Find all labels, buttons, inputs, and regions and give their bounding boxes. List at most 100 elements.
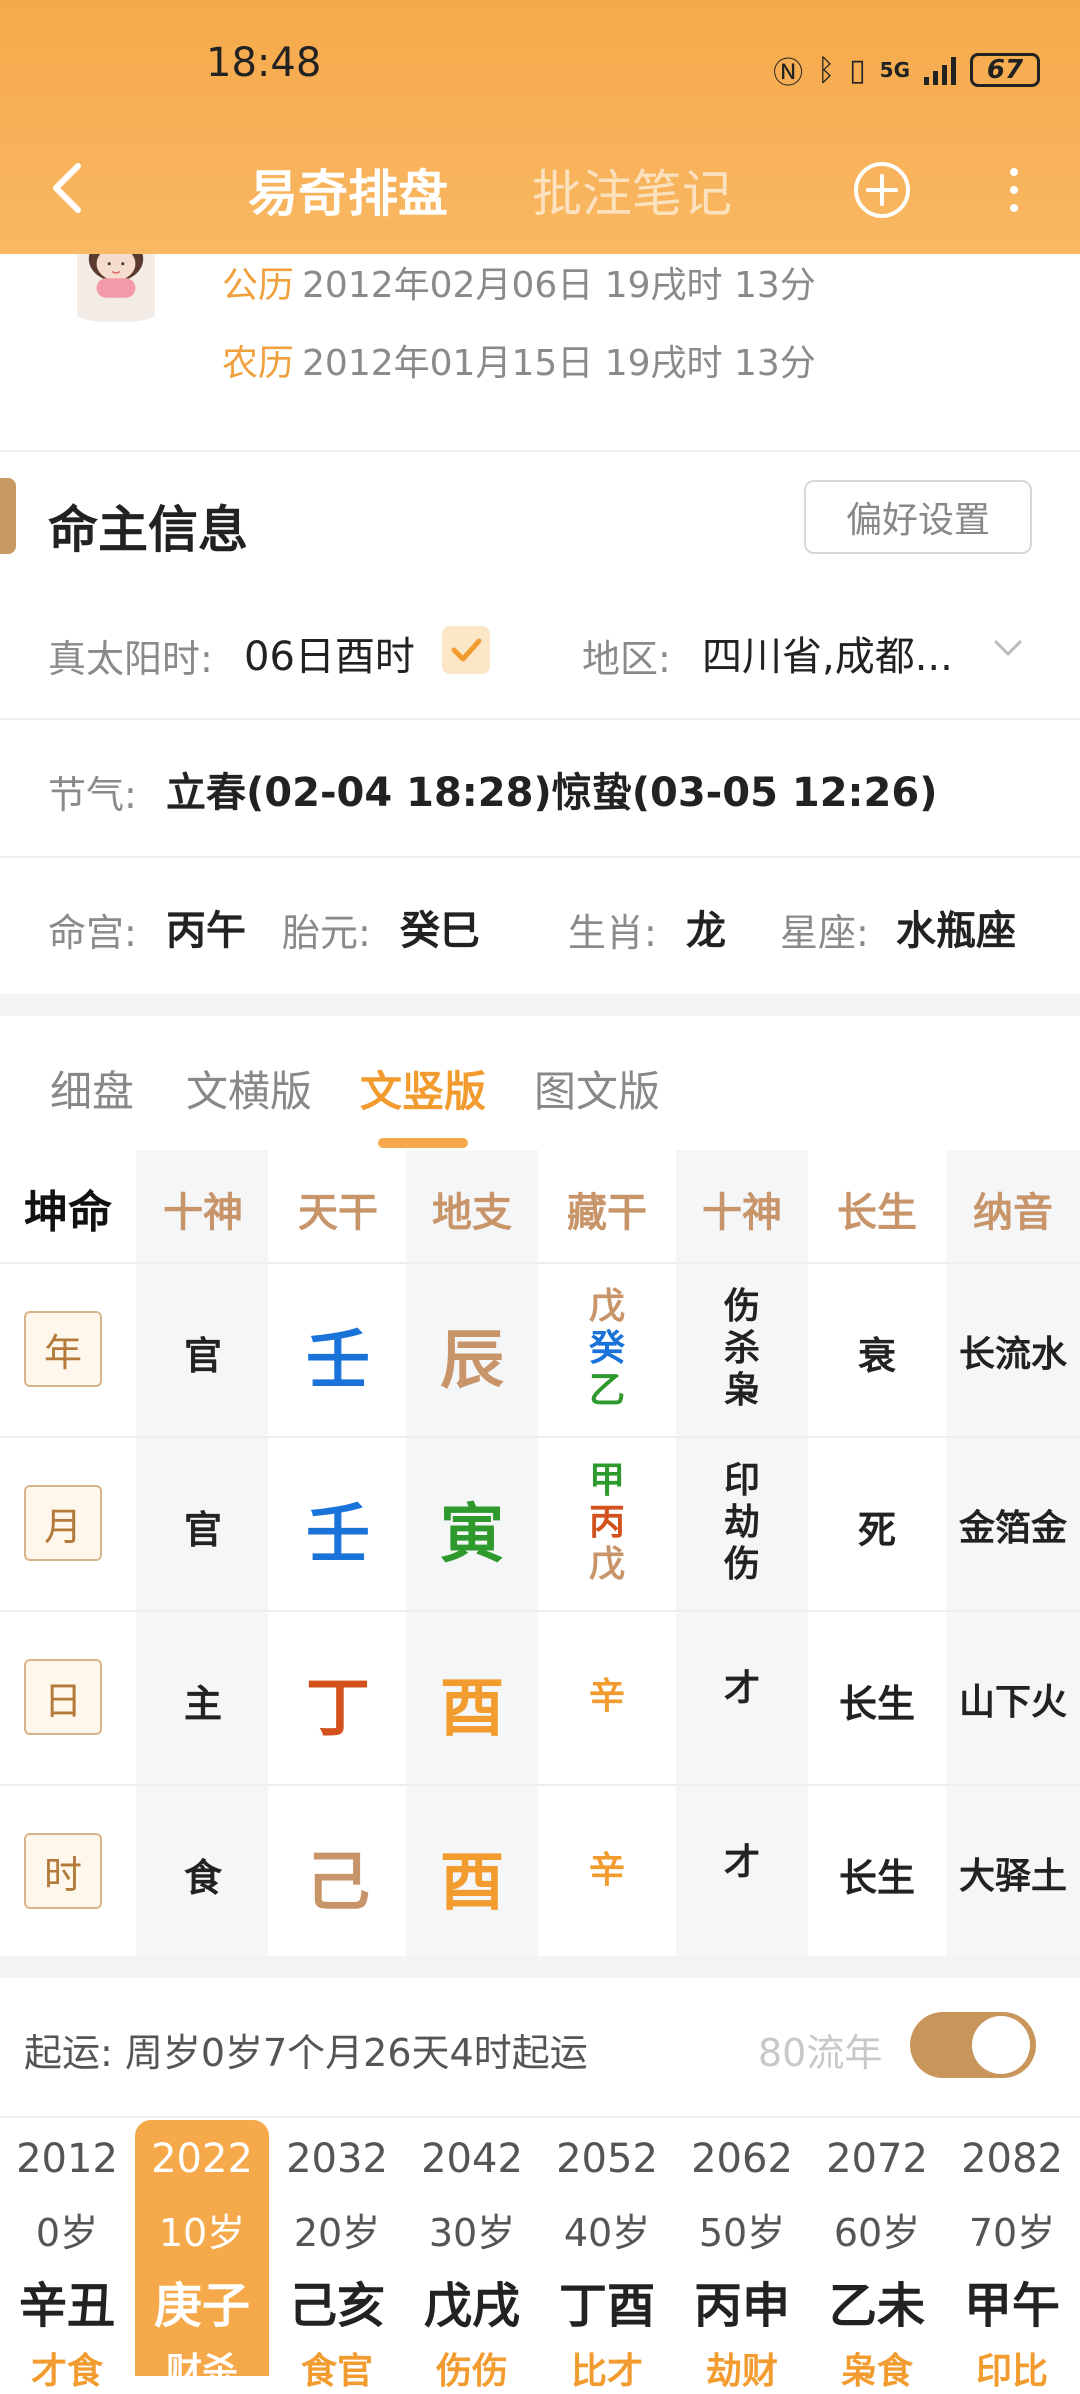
flow-year-toggle[interactable]: [910, 2012, 1036, 2078]
tab-tuwen[interactable]: 图文版: [534, 1058, 660, 1119]
branch-cell: 酉: [440, 1846, 504, 1920]
zodiac-label: 生肖:: [568, 911, 657, 955]
decade-item[interactable]: 2052 40岁 丁酉 比才: [540, 2120, 674, 2392]
nfc-icon: Ⓝ: [773, 56, 804, 91]
lunar-value: 2012年01月15日 19戌时 13分: [302, 343, 816, 384]
status-bar: 18:48 Ⓝ ᛒ ▯ 5G 67: [0, 0, 1080, 130]
hidden-shishen-cell: 伤: [723, 1286, 760, 1327]
tab-wenshu[interactable]: 文竖版: [360, 1058, 486, 1119]
changsheng-cell: 衰: [857, 1334, 896, 1378]
tab-notes[interactable]: 批注笔记: [532, 154, 732, 226]
branch-cell: 酉: [440, 1672, 504, 1746]
nayin-cell: 大驿土: [958, 1856, 1067, 1897]
solar-label: 公历: [222, 265, 295, 306]
true-solar-value: 06日酉时: [244, 634, 415, 680]
decade-year: 2052: [556, 2136, 658, 2182]
shishen-cell: 主: [183, 1682, 222, 1726]
pillar-badge[interactable]: 年: [24, 1311, 102, 1387]
header-cell: 天干: [298, 1190, 378, 1236]
tai-yuan-value: 癸巳: [400, 908, 480, 954]
more-icon[interactable]: [996, 160, 1032, 220]
decade-age: 10岁: [158, 2211, 246, 2255]
bluetooth-icon: ᛒ: [817, 52, 836, 88]
hidden-stem-cell: 戊: [588, 1286, 625, 1327]
changsheng-cell: 长生: [838, 1682, 915, 1726]
hidden-shishen-cell: 才: [723, 1668, 760, 1709]
decade-item[interactable]: 2042 30岁 戊戌 伤伤: [405, 2120, 539, 2392]
decade-item[interactable]: 2022 10岁 庚子 财杀: [135, 2120, 269, 2392]
decade-ganzhi: 庚子: [153, 2278, 250, 2334]
stem-cell: 壬: [306, 1324, 370, 1398]
decade-age: 30岁: [428, 2211, 516, 2255]
true-solar-label: 真太阳时:: [48, 637, 213, 681]
hidden-stem-cell: 辛: [588, 1850, 625, 1891]
section-marker: [0, 478, 16, 554]
decade-ganzhi: 丙申: [693, 2278, 790, 2334]
region-select[interactable]: 四川省,成都...: [702, 624, 953, 682]
branch-cell: 辰: [440, 1324, 504, 1398]
qiyun-row: 起运: 周岁0岁7个月26天4时起运: [24, 2022, 588, 2077]
lunar-date-row: 农历 2012年01月15日 19戌时 13分: [222, 334, 816, 386]
decade-year: 2072: [826, 2136, 928, 2182]
decade-age: 70岁: [968, 2211, 1056, 2255]
branch-cell: 寅: [440, 1498, 504, 1572]
decade-year: 2022: [151, 2136, 253, 2182]
toggle-knob: [972, 2016, 1030, 2074]
stem-cell: 壬: [306, 1498, 370, 1572]
column-bg: [946, 1150, 1080, 1956]
stem-cell: 己: [306, 1846, 370, 1920]
hidden-stem-cell: 丙: [588, 1502, 625, 1543]
header-cell: 纳音: [973, 1190, 1053, 1236]
decade-shishen: 印比: [975, 2351, 1048, 2392]
nayin-cell: 金箔金: [958, 1508, 1067, 1549]
decade-item[interactable]: 2062 50岁 丙申 劫财: [675, 2120, 809, 2392]
qiyun-label: 起运:: [24, 2031, 113, 2075]
app-header: 18:48 Ⓝ ᛒ ▯ 5G 67 易奇排盘 批注笔记: [0, 0, 1080, 254]
solar-date-row: 公历 2012年02月06日 19戌时 13分: [222, 256, 816, 308]
divider: [0, 856, 1080, 858]
hidden-stem-cell: 癸: [588, 1328, 625, 1369]
row-divider: [0, 1610, 1080, 1612]
decade-shishen: 比才: [570, 2351, 643, 2392]
solar-value: 2012年02月06日 19戌时 13分: [302, 265, 816, 306]
decade-age: 50岁: [698, 2211, 786, 2255]
ming-gong-label: 命宫:: [48, 911, 137, 955]
decade-year: 2082: [961, 2136, 1063, 2182]
pillar-badge[interactable]: 时: [24, 1833, 102, 1909]
tab-paipan[interactable]: 易奇排盘: [248, 154, 448, 226]
hidden-shishen-cell: 杀: [723, 1328, 760, 1369]
pillar-badge[interactable]: 日: [24, 1659, 102, 1735]
header-cell: 长生: [837, 1190, 917, 1236]
chevron-down-icon[interactable]: [990, 630, 1026, 666]
decade-item[interactable]: 2072 60岁 乙未 枭食: [810, 2120, 944, 2392]
back-icon[interactable]: [40, 158, 100, 218]
hidden-stem-cell: 辛: [588, 1676, 625, 1717]
section-separator: [0, 994, 1080, 1016]
header-cell: 十神: [702, 1190, 782, 1236]
tab-wenheng[interactable]: 文横版: [186, 1058, 312, 1119]
pillar-badge[interactable]: 月: [24, 1485, 102, 1561]
decade-shishen: 劫财: [705, 2351, 778, 2392]
decade-item[interactable]: 2082 70岁 甲午 印比: [945, 2120, 1079, 2392]
constellation-value: 水瓶座: [896, 908, 1016, 954]
add-icon[interactable]: [852, 160, 912, 220]
decade-item[interactable]: 2012 0岁 辛丑 才食: [0, 2120, 134, 2392]
status-icons: Ⓝ ᛒ ▯ 5G 67: [773, 48, 1040, 92]
nayin-cell: 山下火: [958, 1682, 1067, 1723]
network-label: 5G: [879, 58, 910, 82]
nayin-cell: 长流水: [958, 1334, 1067, 1375]
divider: [0, 718, 1080, 720]
decade-year: 2012: [16, 2136, 118, 2182]
decade-ganzhi: 乙未: [828, 2278, 925, 2334]
true-solar-checkbox[interactable]: [442, 626, 490, 674]
preference-settings-button[interactable]: 偏好设置: [804, 480, 1032, 554]
decade-shishen: 枭食: [840, 2351, 913, 2392]
ming-gong-value: 丙午: [166, 908, 246, 954]
header-cell: 地支: [432, 1190, 512, 1236]
divider: [0, 450, 1080, 452]
decade-ganzhi: 辛丑: [18, 2278, 115, 2334]
hidden-shishen-cell: 劫: [723, 1502, 760, 1543]
tab-xipan[interactable]: 细盘: [50, 1058, 134, 1119]
decade-item[interactable]: 2032 20岁 己亥 食官: [270, 2120, 404, 2392]
vibrate-icon: ▯: [849, 52, 866, 88]
